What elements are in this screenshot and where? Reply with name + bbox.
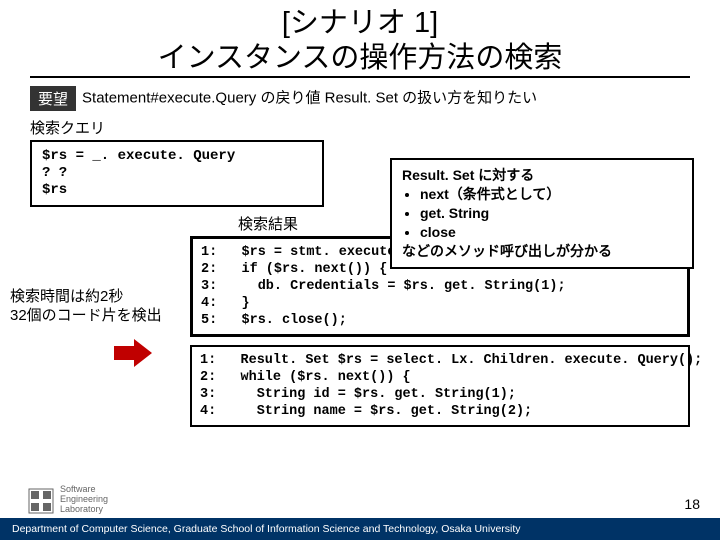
explain-line-1: Result. Set に対する (402, 166, 682, 185)
logo-text-3: Laboratory (60, 504, 108, 514)
explain-item-1: next（条件式として） (420, 185, 682, 204)
slide-title: [シナリオ 1] インスタンスの操作方法の検索 (0, 0, 720, 76)
title-underline (30, 76, 690, 78)
title-line-1: [シナリオ 1] (0, 6, 720, 41)
query-label: 検索クエリ (0, 117, 720, 138)
requirement-badge: 要望 (30, 86, 76, 111)
explanation-box: Result. Set に対する next（条件式として） get. Strin… (390, 158, 694, 269)
meta-line-2: 32個のコード片を検出 (10, 306, 190, 325)
logo-icon (28, 488, 54, 514)
arrow-tip-icon (134, 339, 152, 367)
footer-bar: Department of Computer Science, Graduate… (0, 518, 720, 540)
arrow-icon (114, 346, 134, 360)
logo-text: Software Engineering Laboratory (60, 484, 108, 514)
desire-line: 要望 Statement#execute.Query の戻り値 Result. S… (0, 84, 720, 117)
page-number: 18 (684, 496, 700, 512)
logo-text-2: Engineering (60, 494, 108, 504)
meta-block: 検索時間は約2秒 32個のコード片を検出 (10, 287, 190, 325)
logo-text-1: Software (60, 484, 108, 494)
explain-item-3: close (420, 223, 682, 242)
title-line-2: インスタンスの操作方法の検索 (0, 41, 720, 76)
meta-line-1: 検索時間は約2秒 (10, 287, 190, 306)
query-box: $rs = _. execute. Query ? ? $rs (30, 140, 324, 207)
explain-line-2: などのメソッド呼び出しが分かる (402, 242, 682, 261)
desire-text: Statement#execute.Query の戻り値 Result. Set… (82, 89, 537, 106)
explain-item-2: get. String (420, 204, 682, 223)
code-snippet-2: 1: Result. Set $rs = select. Lx. Childre… (190, 345, 690, 427)
